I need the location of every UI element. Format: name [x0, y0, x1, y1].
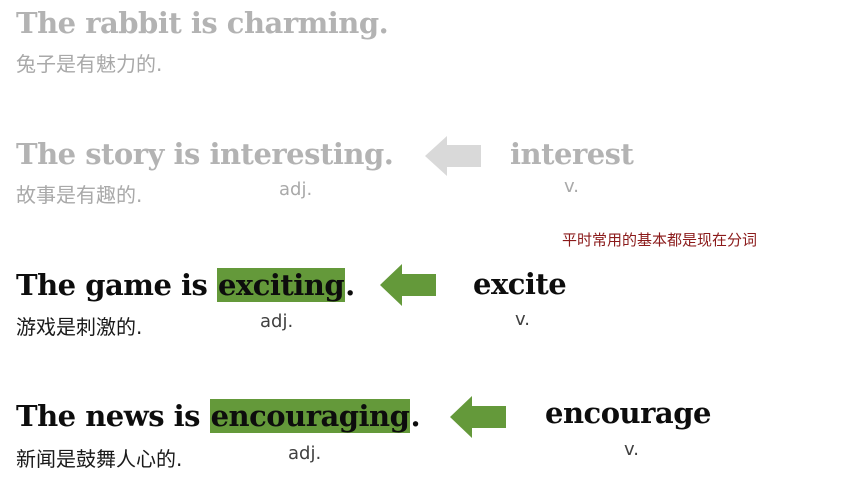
sentence-2: The story is interesting. — [16, 137, 394, 171]
sentence-1: The rabbit is charming. — [16, 6, 389, 40]
translation-4: 新闻是鼓舞人心的. — [16, 447, 183, 471]
sentence-4-highlight: encouraging — [209, 399, 411, 433]
sentence-4: The news is encouraging. — [16, 397, 421, 435]
pos-verb-4: v. — [624, 439, 639, 460]
sentence-4-prefix: The news is — [16, 399, 210, 433]
left-arrow-icon — [425, 136, 481, 176]
pos-adj-3: adj. — [260, 311, 294, 332]
sentence-3: The game is exciting. — [16, 266, 355, 304]
translation-3: 游戏是刺激的. — [16, 315, 143, 339]
pos-adj-2: adj. — [279, 179, 313, 200]
note-text: 平时常用的基本都是现在分词 — [562, 231, 758, 249]
left-arrow-icon — [380, 264, 436, 306]
sentence-3-suffix: . — [345, 268, 355, 302]
pos-verb-2: v. — [564, 176, 579, 197]
verb-2: interest — [510, 137, 634, 171]
sentence-3-highlight: exciting — [216, 268, 346, 302]
sentence-4-suffix: . — [410, 399, 421, 433]
verb-3: excite — [473, 267, 567, 301]
verb-4: encourage — [545, 396, 711, 430]
left-arrow-icon — [450, 396, 506, 438]
sentence-3-prefix: The game is — [16, 268, 217, 302]
pos-verb-3: v. — [515, 309, 530, 330]
pos-adj-4: adj. — [288, 443, 322, 464]
translation-1: 兔子是有魅力的. — [16, 52, 163, 76]
translation-2: 故事是有趣的. — [16, 183, 143, 207]
